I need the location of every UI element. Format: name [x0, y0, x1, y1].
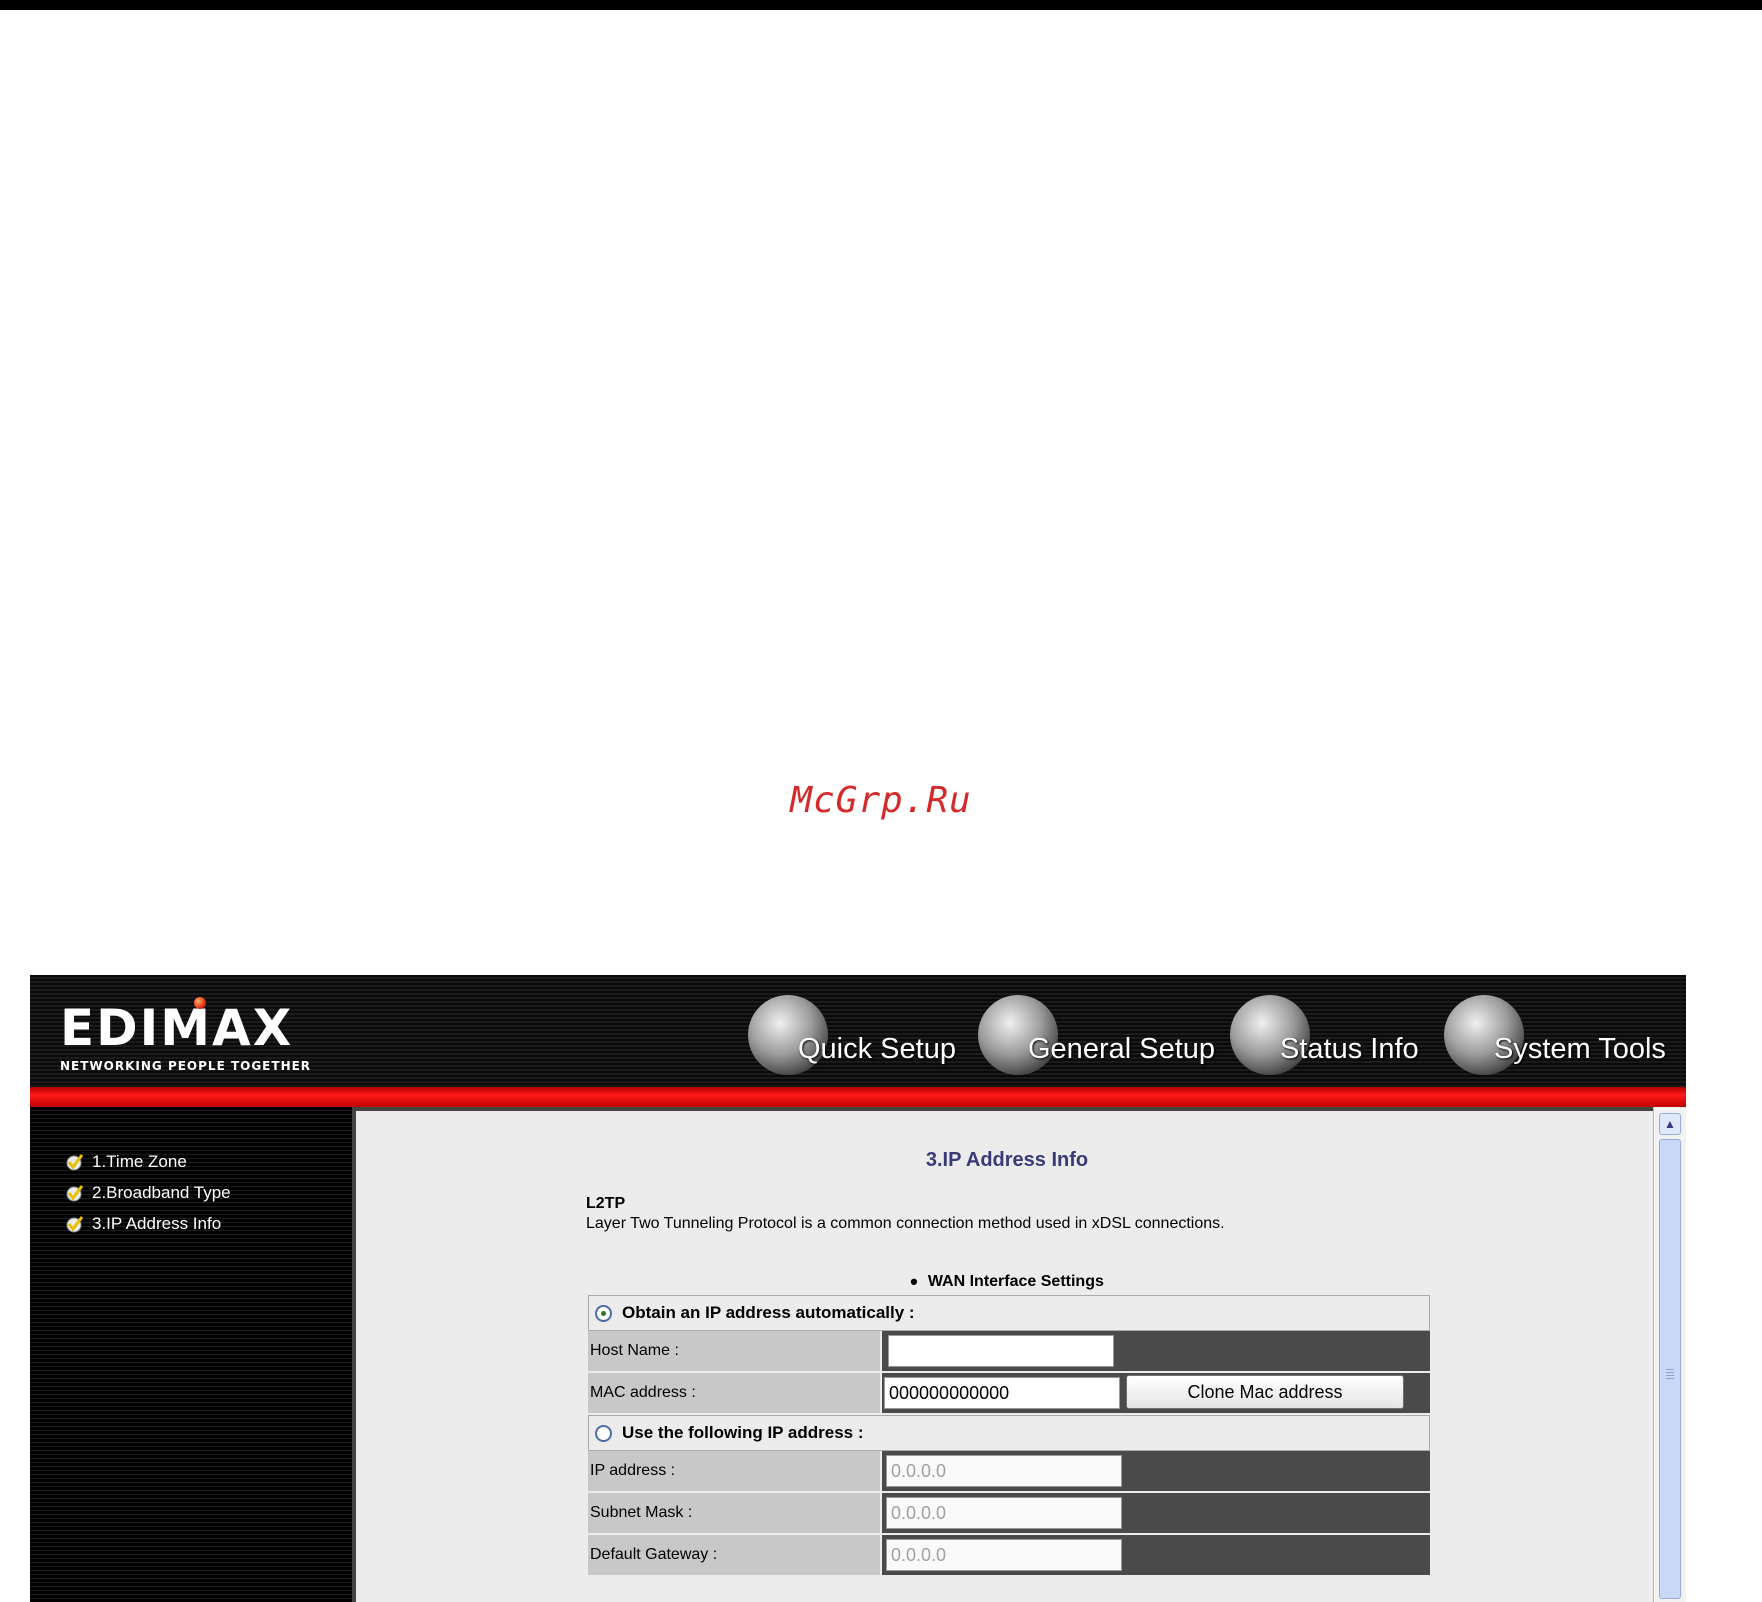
- check-icon: [66, 1216, 84, 1233]
- check-icon: [66, 1185, 84, 1202]
- sidebar: 1.Time Zone 2.Broadband Type 3.IP Addres…: [30, 1107, 352, 1602]
- scroll-up-icon[interactable]: ▲: [1659, 1113, 1681, 1135]
- nav-system-tools[interactable]: System Tools: [1444, 991, 1666, 1081]
- nav-general-setup[interactable]: General Setup: [978, 991, 1218, 1081]
- header-red-bar: [30, 1087, 1686, 1107]
- mac-address-cell: 000000000000 Clone Mac address: [882, 1373, 1430, 1415]
- ip-address-row: IP address : 0.0.0.0: [588, 1451, 1430, 1493]
- nav-label: System Tools: [1494, 1033, 1666, 1065]
- use-following-ip-label: Use the following IP address :: [622, 1423, 864, 1442]
- static-ip-row: Use the following IP address :: [588, 1415, 1430, 1451]
- top-border: [0, 0, 1762, 10]
- check-icon: [66, 1154, 84, 1171]
- nav-label: Status Info: [1280, 1033, 1419, 1065]
- protocol-description: Layer Two Tunneling Protocol is a common…: [586, 1215, 1225, 1232]
- default-gateway-input[interactable]: 0.0.0.0: [886, 1539, 1122, 1571]
- bullet-icon: •: [910, 1269, 918, 1294]
- section-title: • WAN Interface Settings: [356, 1269, 1658, 1295]
- subnet-mask-input[interactable]: 0.0.0.0: [886, 1497, 1122, 1529]
- sidebar-item-broadband-type[interactable]: 2.Broadband Type: [64, 1182, 231, 1204]
- sidebar-item-time-zone[interactable]: 1.Time Zone: [64, 1151, 187, 1173]
- sidebar-item-label: 1.Time Zone: [92, 1152, 187, 1171]
- use-following-ip-radio[interactable]: [595, 1424, 612, 1442]
- section-title-text: WAN Interface Settings: [927, 1273, 1104, 1291]
- watermark-text: McGrp.Ru: [790, 780, 972, 821]
- host-name-row: Host Name :: [588, 1331, 1430, 1373]
- subnet-mask-row: Subnet Mask : 0.0.0.0: [588, 1493, 1430, 1535]
- host-name-label: Host Name :: [588, 1331, 880, 1373]
- ip-address-label: IP address :: [588, 1451, 880, 1493]
- page-title: 3.IP Address Info: [925, 1149, 1089, 1171]
- host-name-input[interactable]: [888, 1335, 1114, 1367]
- sidebar-item-label: 3.IP Address Info: [92, 1214, 222, 1233]
- clone-mac-button[interactable]: Clone Mac address: [1126, 1375, 1404, 1409]
- ip-address-input[interactable]: 0.0.0.0: [886, 1455, 1122, 1487]
- scrollbar-thumb[interactable]: [1659, 1139, 1681, 1599]
- vertical-scrollbar[interactable]: ▲: [1653, 1107, 1686, 1602]
- logo-tagline: NETWORKING PEOPLE TOGETHER: [60, 1059, 312, 1073]
- logo-dot-icon: [194, 997, 206, 1009]
- obtain-ip-auto-label: Obtain an IP address automatically :: [622, 1303, 915, 1322]
- nav-label: Quick Setup: [798, 1033, 956, 1065]
- subnet-mask-label: Subnet Mask :: [588, 1493, 880, 1535]
- default-gateway-row: Default Gateway : 0.0.0.0: [588, 1535, 1430, 1577]
- sidebar-item-ip-address-info[interactable]: 3.IP Address Info: [64, 1213, 221, 1235]
- auto-ip-row: Obtain an IP address automatically :: [588, 1295, 1430, 1331]
- grip-icon: [1666, 1369, 1674, 1370]
- ip-address-cell: 0.0.0.0: [882, 1451, 1430, 1493]
- main-panel: 3.IP Address Info L2TP Layer Two Tunneli…: [352, 1107, 1654, 1602]
- router-admin-window: EDIMAX NETWORKING PEOPLE TOGETHER Quick …: [30, 975, 1686, 1602]
- protocol-name: L2TP: [586, 1195, 626, 1212]
- default-gateway-label: Default Gateway :: [588, 1535, 880, 1577]
- mac-address-label: MAC address :: [588, 1373, 880, 1415]
- mac-address-input[interactable]: 000000000000: [884, 1377, 1120, 1409]
- mac-address-row: MAC address : 000000000000 Clone Mac add…: [588, 1373, 1430, 1415]
- edimax-logo: EDIMAX NETWORKING PEOPLE TOGETHER: [60, 997, 312, 1073]
- logo-wordmark: EDIMAX: [60, 999, 294, 1057]
- host-name-cell: [882, 1331, 1430, 1373]
- subnet-mask-cell: 0.0.0.0: [882, 1493, 1430, 1535]
- nav-quick-setup[interactable]: Quick Setup: [748, 991, 956, 1081]
- nav-status-info[interactable]: Status Info: [1230, 991, 1430, 1081]
- nav-label: General Setup: [1028, 1033, 1216, 1065]
- header: EDIMAX NETWORKING PEOPLE TOGETHER Quick …: [30, 975, 1686, 1087]
- sidebar-item-label: 2.Broadband Type: [92, 1183, 231, 1202]
- default-gateway-cell: 0.0.0.0: [882, 1535, 1430, 1577]
- obtain-ip-auto-radio[interactable]: [595, 1304, 612, 1322]
